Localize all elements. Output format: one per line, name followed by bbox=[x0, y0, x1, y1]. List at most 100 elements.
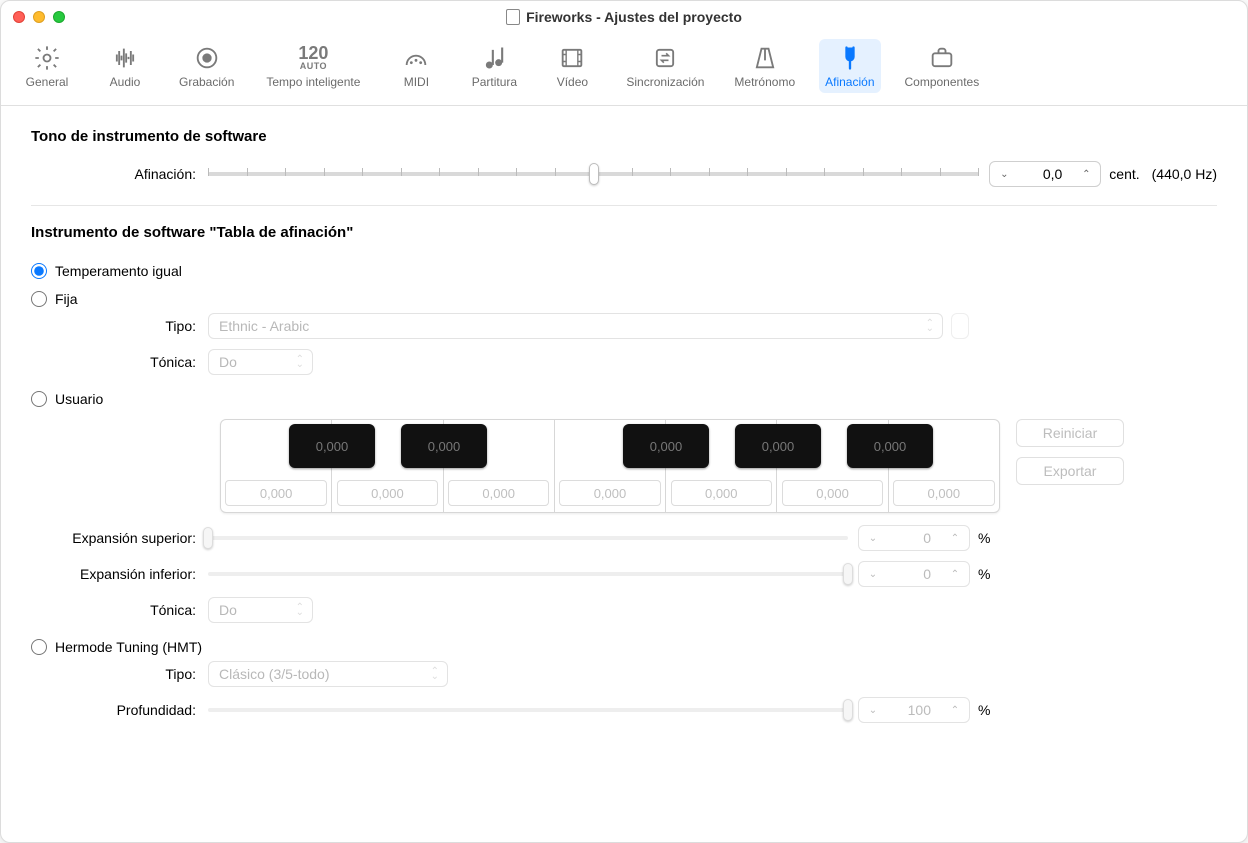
tab-tuning[interactable]: Afinación bbox=[819, 39, 880, 93]
chevron-updown-icon: ⌃⌄ bbox=[431, 669, 439, 679]
window-title: Fireworks - Ajustes del proyecto bbox=[1, 9, 1247, 25]
type-select[interactable]: Ethnic - Arabic ⌃⌄ bbox=[208, 313, 943, 339]
gear-icon bbox=[32, 43, 62, 73]
tonic2-value: Do bbox=[219, 602, 237, 618]
white-key-value[interactable]: 0,000 bbox=[782, 480, 883, 506]
titlebar: Fireworks - Ajustes del proyecto bbox=[1, 1, 1247, 33]
document-icon bbox=[506, 9, 520, 25]
section-heading-software-instrument-tone: Tono de instrumento de software bbox=[31, 128, 1217, 145]
chevron-updown-icon: ⌃⌄ bbox=[296, 605, 304, 615]
type-aux-button[interactable] bbox=[951, 313, 969, 339]
tab-label: Metrónomo bbox=[734, 75, 795, 89]
reset-button[interactable]: Reiniciar bbox=[1016, 419, 1124, 447]
export-button[interactable]: Exportar bbox=[1016, 457, 1124, 485]
tempo-icon: 120 AUTO bbox=[298, 43, 328, 73]
tab-recording[interactable]: Grabación bbox=[173, 39, 240, 93]
tune-frequency: (440,0 Hz) bbox=[1152, 166, 1217, 182]
percent-unit: % bbox=[978, 566, 990, 582]
tab-label: Vídeo bbox=[557, 75, 588, 89]
tab-score[interactable]: Partitura bbox=[464, 39, 524, 93]
white-key-value[interactable]: 0,000 bbox=[448, 480, 549, 506]
stepper-up-icon[interactable]: ⌃ bbox=[941, 533, 969, 544]
radio-equal-input[interactable] bbox=[31, 263, 47, 279]
lower-stretch-label: Expansión inferior: bbox=[31, 566, 208, 582]
white-key-value[interactable]: 0,000 bbox=[893, 480, 994, 506]
toolbar: General Audio Grabación 120 AUTO Tempo i… bbox=[1, 33, 1247, 106]
white-key-value[interactable]: 0,000 bbox=[559, 480, 660, 506]
black-key[interactable]: 0,000 bbox=[735, 424, 821, 468]
stepper-down-icon[interactable]: ⌄ bbox=[990, 169, 1018, 180]
tab-label: Tempo inteligente bbox=[266, 75, 360, 89]
tab-smart-tempo[interactable]: 120 AUTO Tempo inteligente bbox=[258, 39, 368, 93]
waveform-icon bbox=[110, 43, 140, 73]
tab-general[interactable]: General bbox=[17, 39, 77, 93]
stepper-up-icon[interactable]: ⌃ bbox=[1072, 169, 1100, 180]
stepper-up-icon[interactable]: ⌃ bbox=[941, 569, 969, 580]
tune-slider[interactable] bbox=[208, 163, 979, 185]
sync-icon bbox=[650, 43, 680, 73]
percent-unit: % bbox=[978, 702, 990, 718]
tune-unit: cent. bbox=[1109, 166, 1139, 182]
stepper-down-icon[interactable]: ⌄ bbox=[859, 569, 887, 580]
radio-hermode-label: Hermode Tuning (HMT) bbox=[55, 639, 202, 655]
black-key-value: 0,000 bbox=[650, 439, 683, 454]
black-key[interactable]: 0,000 bbox=[847, 424, 933, 468]
tab-midi[interactable]: MIDI bbox=[386, 39, 446, 93]
radio-hermode-input[interactable] bbox=[31, 639, 47, 655]
divider bbox=[31, 205, 1217, 206]
depth-value: 100 bbox=[887, 702, 941, 718]
upper-stretch-label: Expansión superior: bbox=[31, 530, 208, 546]
tab-audio[interactable]: Audio bbox=[95, 39, 155, 93]
tonic-label: Tónica: bbox=[31, 354, 208, 370]
radio-fixed[interactable]: Fija bbox=[31, 285, 1217, 313]
window-title-text: Fireworks - Ajustes del proyecto bbox=[526, 9, 742, 25]
radio-equal-temperament[interactable]: Temperamento igual bbox=[31, 257, 1217, 285]
white-key-value[interactable]: 0,000 bbox=[671, 480, 772, 506]
tab-metronome[interactable]: Metrónomo bbox=[728, 39, 801, 93]
radio-user-input[interactable] bbox=[31, 391, 47, 407]
depth-stepper[interactable]: ⌄ 100 ⌃ bbox=[858, 697, 970, 723]
depth-slider[interactable] bbox=[208, 699, 848, 721]
upper-stretch-slider[interactable] bbox=[208, 527, 848, 549]
chevron-updown-icon: ⌃⌄ bbox=[296, 357, 304, 367]
depth-label: Profundidad: bbox=[31, 702, 208, 718]
black-key-value: 0,000 bbox=[428, 439, 461, 454]
black-key[interactable]: 0,000 bbox=[401, 424, 487, 468]
tab-label: Audio bbox=[110, 75, 141, 89]
tab-label: General bbox=[26, 75, 69, 89]
metronome-icon bbox=[750, 43, 780, 73]
radio-fixed-input[interactable] bbox=[31, 291, 47, 307]
tune-label: Afinación: bbox=[31, 166, 208, 182]
black-key-value: 0,000 bbox=[316, 439, 349, 454]
briefcase-icon bbox=[927, 43, 957, 73]
upper-stretch-value: 0 bbox=[887, 530, 941, 546]
tab-components[interactable]: Componentes bbox=[899, 39, 986, 93]
hm-type-select[interactable]: Clásico (3/5-todo) ⌃⌄ bbox=[208, 661, 448, 687]
lower-stretch-slider[interactable] bbox=[208, 563, 848, 585]
tab-video[interactable]: Vídeo bbox=[542, 39, 602, 93]
piano-keyboard: 0,000 0,000 0,000 0,000 0,000 0,000 0,00… bbox=[220, 419, 1000, 513]
lower-stretch-stepper[interactable]: ⌄ 0 ⌃ bbox=[858, 561, 970, 587]
tab-label: Afinación bbox=[825, 75, 874, 89]
tab-label: Sincronización bbox=[626, 75, 704, 89]
tonic2-select[interactable]: Do ⌃⌄ bbox=[208, 597, 313, 623]
tab-label: MIDI bbox=[404, 75, 429, 89]
radio-hermode[interactable]: Hermode Tuning (HMT) bbox=[31, 633, 1217, 661]
stepper-down-icon[interactable]: ⌄ bbox=[859, 533, 887, 544]
tonic-select[interactable]: Do ⌃⌄ bbox=[208, 349, 313, 375]
black-key[interactable]: 0,000 bbox=[623, 424, 709, 468]
content-area: Tono de instrumento de software Afinació… bbox=[1, 106, 1247, 755]
tab-sync[interactable]: Sincronización bbox=[620, 39, 710, 93]
tune-stepper[interactable]: ⌄ 0,0 ⌃ bbox=[989, 161, 1101, 187]
radio-user[interactable]: Usuario bbox=[31, 385, 1217, 413]
black-key-value: 0,000 bbox=[874, 439, 907, 454]
white-key-value[interactable]: 0,000 bbox=[337, 480, 438, 506]
upper-stretch-stepper[interactable]: ⌄ 0 ⌃ bbox=[858, 525, 970, 551]
tuning-fork-icon bbox=[835, 43, 865, 73]
stepper-down-icon[interactable]: ⌄ bbox=[859, 705, 887, 716]
white-key-value[interactable]: 0,000 bbox=[225, 480, 326, 506]
stepper-up-icon[interactable]: ⌃ bbox=[941, 705, 969, 716]
film-icon bbox=[557, 43, 587, 73]
chevron-updown-icon: ⌃⌄ bbox=[926, 321, 934, 331]
black-key[interactable]: 0,000 bbox=[289, 424, 375, 468]
